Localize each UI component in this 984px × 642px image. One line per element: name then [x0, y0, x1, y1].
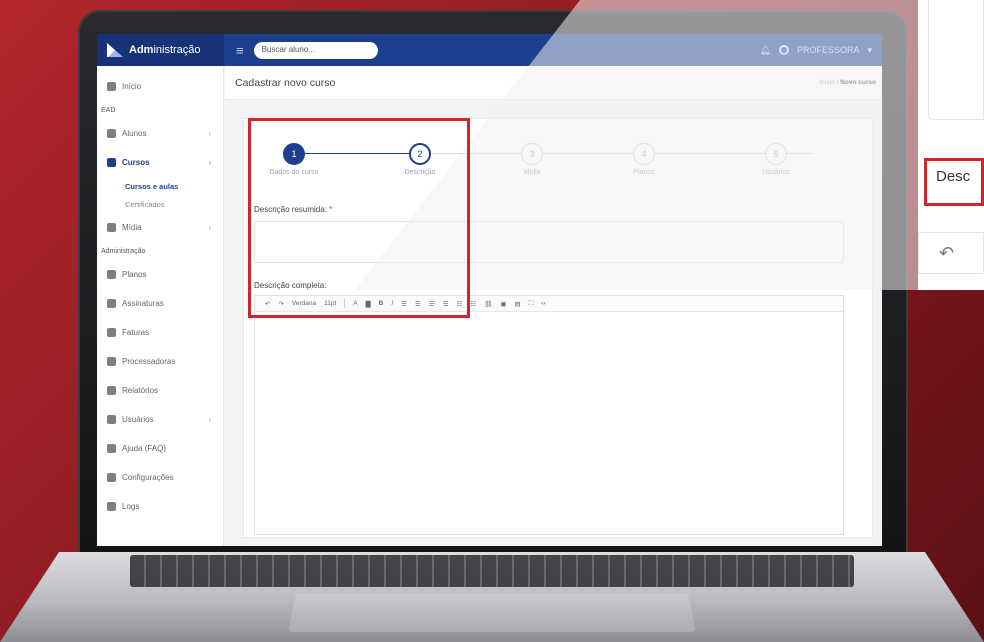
- laptop-keyboard: [130, 555, 854, 587]
- sidebar-item[interactable]: Logs: [97, 492, 223, 521]
- rich-text-editor[interactable]: ↶ ↷ Verdana 11pt A ▇ B I ☰ ☰ ☰ ☰ ☷ ☷ ⛓ ▣…: [254, 295, 844, 535]
- step-number: 4: [633, 143, 655, 165]
- bell-icon[interactable]: 🔔︎: [760, 45, 771, 56]
- chevron-down-icon[interactable]: ▾: [867, 45, 872, 56]
- sidebar-item-label: Planos: [122, 270, 147, 279]
- highlight-frame: [248, 118, 470, 318]
- breadcrumb-home[interactable]: Início: [819, 79, 835, 86]
- graduation-cap-icon: [107, 129, 116, 138]
- laptop-trackpad: [288, 594, 696, 632]
- link-icon[interactable]: ⛓: [484, 300, 492, 308]
- sidebar-item[interactable]: Assinaturas: [97, 289, 223, 318]
- sidebar-item-label: Mídia: [122, 223, 142, 232]
- sidebar-item-label: Faturas: [122, 328, 150, 337]
- zoom-callout: Desc ↶: [918, 0, 984, 290]
- chart-icon: [107, 386, 116, 395]
- plane-icon: [107, 270, 116, 279]
- top-navbar: Administração ≡ Buscar aluno... 🔔︎ PROFE…: [97, 34, 882, 66]
- step-number: 3: [521, 143, 543, 165]
- users-icon: [107, 415, 116, 424]
- card-icon: [107, 357, 116, 366]
- logs-icon: [107, 502, 116, 511]
- media-icon: [107, 223, 116, 232]
- step-number: 5: [765, 143, 787, 165]
- sidebar-item-label: Ajuda (FAQ): [122, 444, 167, 453]
- chevron-right-icon: ›: [208, 158, 211, 167]
- media-icon[interactable]: ▤: [515, 300, 521, 308]
- step-label: Mídia: [523, 169, 541, 176]
- chevron-right-icon: ›: [208, 223, 211, 232]
- laptop-mockup: Administração ≡ Buscar aluno... 🔔︎ PROFE…: [0, 0, 984, 642]
- gears-icon: [107, 473, 116, 482]
- breadcrumb-current: Novo curso: [840, 79, 876, 86]
- sidebar-item[interactable]: Alunos ›: [97, 119, 223, 148]
- sidebar-item[interactable]: Planos: [97, 260, 223, 289]
- wizard-step[interactable]: 4 Planos: [604, 143, 684, 176]
- invoice-icon: [107, 328, 116, 337]
- step-label: Usuários: [762, 169, 790, 176]
- sidebar-item[interactable]: Faturas: [97, 318, 223, 347]
- page-header: Cadastrar novo curso Início / Novo curso: [225, 66, 882, 100]
- image-icon[interactable]: ▣: [500, 300, 506, 308]
- step-label: Planos: [633, 169, 655, 176]
- sidebar-section: EAD: [101, 106, 116, 114]
- user-icon: [107, 299, 116, 308]
- sidebar-item[interactable]: Início: [97, 72, 223, 101]
- sidebar-item[interactable]: Cursos ›: [97, 148, 223, 177]
- sidebar: Início EAD Alunos › Cursos › Cursos e aulas Cer…: [97, 66, 224, 546]
- numbered-list-icon[interactable]: ☷: [470, 300, 476, 308]
- code-icon[interactable]: ‹›: [541, 300, 545, 307]
- sidebar-item-label: Relatórios: [122, 386, 159, 395]
- brand-logo-icon: [107, 43, 123, 57]
- brand-name: Administração: [129, 44, 201, 56]
- wizard-step[interactable]: 3 Mídia: [492, 143, 572, 176]
- fullscreen-icon[interactable]: ⛶: [529, 300, 534, 308]
- sidebar-item-label: Cursos: [122, 158, 150, 167]
- sidebar-subitem[interactable]: Certificados: [97, 195, 223, 213]
- sidebar-item[interactable]: Ajuda (FAQ): [97, 434, 223, 463]
- sidebar-item[interactable]: Processadoras: [97, 347, 223, 376]
- sidebar-item-label: Alunos: [122, 129, 147, 138]
- user-avatar-icon[interactable]: [778, 45, 789, 55]
- zoom-field: [928, 0, 984, 120]
- sidebar-item-label: Logs: [122, 502, 140, 511]
- chevron-right-icon: ›: [208, 415, 211, 424]
- top-right-controls: 🔔︎ PROFESSORA ▾: [760, 45, 882, 56]
- sidebar-item-label: Processadoras: [122, 357, 176, 366]
- book-icon: [107, 158, 116, 167]
- help-icon: [107, 444, 116, 453]
- sidebar-item[interactable]: Configurações: [97, 463, 223, 492]
- sidebar-item[interactable]: Mídia ›: [97, 213, 223, 242]
- chevron-right-icon: ›: [208, 129, 211, 138]
- sidebar-item-label: Configurações: [122, 473, 174, 482]
- menu-icon[interactable]: ≡: [236, 43, 244, 58]
- undo-icon: ↶: [918, 232, 984, 274]
- sidebar-item[interactable]: Usuários ›: [97, 405, 223, 434]
- sidebar-item[interactable]: Relatórios: [97, 376, 223, 405]
- user-name[interactable]: PROFESSORA: [797, 45, 860, 55]
- sidebar-item-label: Assinaturas: [122, 299, 164, 308]
- sidebar-item-label: Início: [122, 82, 142, 91]
- wizard-step[interactable]: 5 Usuários: [736, 143, 816, 176]
- search-input[interactable]: Buscar aluno...: [253, 41, 378, 59]
- brand[interactable]: Administração: [97, 34, 224, 66]
- home-icon: [107, 82, 116, 91]
- page-title: Cadastrar novo curso: [235, 76, 336, 89]
- sidebar-subitem[interactable]: Cursos e aulas: [97, 177, 223, 195]
- zoom-highlight-frame: [924, 158, 984, 206]
- sidebar-section: Administração: [101, 247, 146, 255]
- breadcrumb: Início / Novo curso: [819, 79, 876, 86]
- sidebar-item-label: Usuários: [122, 415, 154, 424]
- app-screen: Administração ≡ Buscar aluno... 🔔︎ PROFE…: [97, 34, 882, 546]
